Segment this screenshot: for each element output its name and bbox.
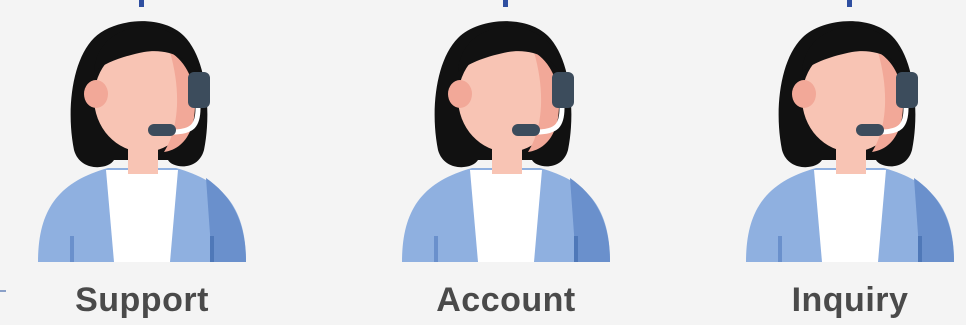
customer-service-agent-icon	[746, 21, 954, 262]
agent-support: Support	[22, 0, 262, 325]
agent-label: Support	[75, 281, 209, 319]
customer-service-agent-icon	[402, 21, 610, 262]
edge-mark	[0, 290, 6, 292]
agent-label: Inquiry	[791, 281, 909, 319]
agent-label: Account	[436, 281, 576, 319]
customer-service-agent-icon	[38, 21, 246, 262]
agent-account: Account	[386, 0, 626, 325]
agent-inquiry: Inquiry	[730, 0, 966, 325]
